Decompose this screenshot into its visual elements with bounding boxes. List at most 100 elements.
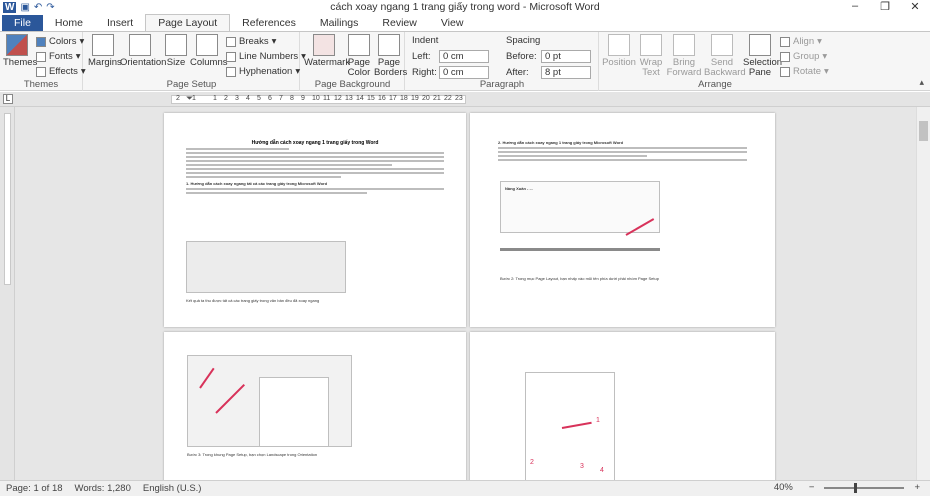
language[interactable]: English (U.S.) xyxy=(137,483,208,494)
ruler-tick: 22 xyxy=(444,95,452,102)
status-bar: Page: 1 of 18 Words: 1,280 English (U.S.… xyxy=(0,480,930,496)
page-2[interactable]: 2. Hướng dẫn cách xoay ngang 1 trang giấ… xyxy=(470,113,775,327)
ruler-tick: 2 xyxy=(224,95,228,102)
columns-button[interactable]: Columns xyxy=(190,34,228,68)
document-canvas[interactable]: Hướng dẫn cách xoay ngang 1 trang giấy t… xyxy=(15,107,930,480)
spacing-before-input[interactable]: 0 pt xyxy=(541,50,591,63)
word-count[interactable]: Words: 1,280 xyxy=(69,483,137,494)
bring-forward-button[interactable]: Bring Forward xyxy=(666,34,702,78)
tab-references[interactable]: References xyxy=(230,15,308,32)
ruler-tick: 7 xyxy=(279,95,283,102)
indent-left-input[interactable]: 0 cm xyxy=(439,50,489,63)
hyphenation-button[interactable]: Hyphenation ▾ xyxy=(226,66,300,77)
page-setup-group: Margins Orientation Size Columns Breaks ▾… xyxy=(84,32,306,91)
page-borders-button[interactable]: Page Borders xyxy=(374,34,407,78)
ruler-tick: 2 xyxy=(176,95,180,102)
page-4[interactable]: 1 2 3 4 xyxy=(470,332,775,480)
page-2-screenshot: Nàng Xuân - ... xyxy=(500,181,660,233)
ruler-tick: 20 xyxy=(422,95,430,102)
tab-home[interactable]: Home xyxy=(43,15,95,32)
themes-button[interactable]: Themes xyxy=(3,34,37,68)
indent-right-input[interactable]: 0 cm xyxy=(439,66,489,79)
horizontal-ruler[interactable]: L 2 1 1 2 3 4 5 6 7 8 9 10 11 12 13 14 1… xyxy=(0,92,930,107)
page-3[interactable]: Bước 3: Trong khung Page Setup, bạn chọn… xyxy=(164,332,466,480)
orientation-icon xyxy=(129,34,151,56)
line-numbers-button[interactable]: Line Numbers ▾ xyxy=(226,51,306,62)
colors-button[interactable]: Colors ▾ xyxy=(36,36,84,47)
breaks-button[interactable]: Breaks ▾ xyxy=(226,36,276,47)
zoom-level[interactable]: 40% xyxy=(768,482,799,493)
minimize-button[interactable]: ‒ xyxy=(840,0,870,13)
window-title: cách xoay ngang 1 trang giấy trong word … xyxy=(330,1,600,13)
step-label: 4 xyxy=(600,467,604,474)
page-count[interactable]: Page: 1 of 18 xyxy=(0,483,69,494)
spacing-after: After: 8 pt xyxy=(506,66,591,79)
tab-view[interactable]: View xyxy=(429,15,476,32)
page-setup-group-label: Page Setup xyxy=(166,79,217,90)
wrap-text-icon xyxy=(640,34,662,56)
page-color-button[interactable]: Page Color xyxy=(345,34,373,78)
chevron-down-icon: ▾ xyxy=(295,66,301,77)
fonts-button[interactable]: Fonts ▾ xyxy=(36,51,81,62)
ruler-tick: 19 xyxy=(411,95,419,102)
rotate-button[interactable]: Rotate ▾ xyxy=(780,66,829,77)
zoom-slider-knob[interactable] xyxy=(854,482,858,493)
effects-button[interactable]: Effects ▾ xyxy=(36,66,86,77)
page-color-icon xyxy=(348,34,370,56)
ruler-tick: 14 xyxy=(356,95,364,102)
zoom-slider[interactable] xyxy=(824,482,905,493)
hyphenation-icon xyxy=(226,66,236,77)
page-1[interactable]: Hướng dẫn cách xoay ngang 1 trang giấy t… xyxy=(164,113,466,327)
ruler-tick: 11 xyxy=(323,95,331,102)
tab-selector-icon[interactable]: L xyxy=(3,94,13,104)
position-button[interactable]: Position xyxy=(602,34,636,68)
tab-mailings[interactable]: Mailings xyxy=(308,15,371,32)
tab-review[interactable]: Review xyxy=(370,15,428,32)
indent-marker-icon[interactable]: ⏷ xyxy=(186,93,193,104)
fonts-icon xyxy=(36,51,46,62)
vertical-ruler[interactable] xyxy=(0,107,15,480)
ruler-tick: 5 xyxy=(257,95,261,102)
arrange-group: Position Wrap Text Bring Forward Send Ba… xyxy=(600,32,830,91)
vertical-scrollbar[interactable] xyxy=(916,107,930,480)
scrollbar-thumb[interactable] xyxy=(919,121,928,141)
margins-button[interactable]: Margins xyxy=(88,34,122,68)
line-numbers-icon xyxy=(226,51,236,62)
indent-right: Right: 0 cm xyxy=(412,66,489,79)
group-button[interactable]: Group ▾ xyxy=(780,51,827,62)
restore-button[interactable]: ❐ xyxy=(870,0,900,13)
watermark-icon xyxy=(313,34,335,56)
tab-insert[interactable]: Insert xyxy=(95,15,145,32)
ruler-tick: 17 xyxy=(389,95,397,102)
themes-icon xyxy=(6,34,28,56)
spacing-after-input[interactable]: 8 pt xyxy=(541,66,591,79)
close-button[interactable]: ✕ xyxy=(900,0,930,13)
colors-icon xyxy=(36,36,46,47)
tab-page-layout[interactable]: Page Layout xyxy=(145,14,231,32)
breaks-icon xyxy=(226,36,236,47)
zoom-in-icon[interactable]: + xyxy=(908,482,926,493)
orientation-button[interactable]: Orientation xyxy=(120,34,166,68)
watermark-button[interactable]: Watermark xyxy=(304,34,350,68)
send-backward-button[interactable]: Send Backward xyxy=(704,34,746,78)
selection-pane-icon xyxy=(749,34,771,56)
size-button[interactable]: Size xyxy=(164,34,188,68)
ruler-tick: 21 xyxy=(433,95,441,102)
ruler-tick: 6 xyxy=(268,95,272,102)
align-button[interactable]: Align ▾ xyxy=(780,36,822,47)
page-1-caption: Kết quả ta thu được tất cả các trang giấ… xyxy=(186,298,320,303)
arrange-group-label: Arrange xyxy=(698,79,732,90)
ruler-tick: 9 xyxy=(301,95,305,102)
page-2-step: Bước 2: Trong mục Page Layout, bạn nhấp … xyxy=(500,276,659,281)
chevron-down-icon: ▾ xyxy=(824,66,829,77)
page-1-screenshot xyxy=(186,241,346,293)
tab-file[interactable]: File xyxy=(2,15,43,32)
ruler-tick: 1 xyxy=(213,95,217,102)
zoom-out-icon[interactable]: − xyxy=(803,482,821,493)
wrap-text-button[interactable]: Wrap Text xyxy=(638,34,664,78)
collapse-ribbon-icon[interactable]: ▴ xyxy=(919,77,924,88)
position-icon xyxy=(608,34,630,56)
selection-pane-button[interactable]: Selection Pane xyxy=(743,34,782,78)
effects-icon xyxy=(36,66,46,77)
columns-icon xyxy=(196,34,218,56)
